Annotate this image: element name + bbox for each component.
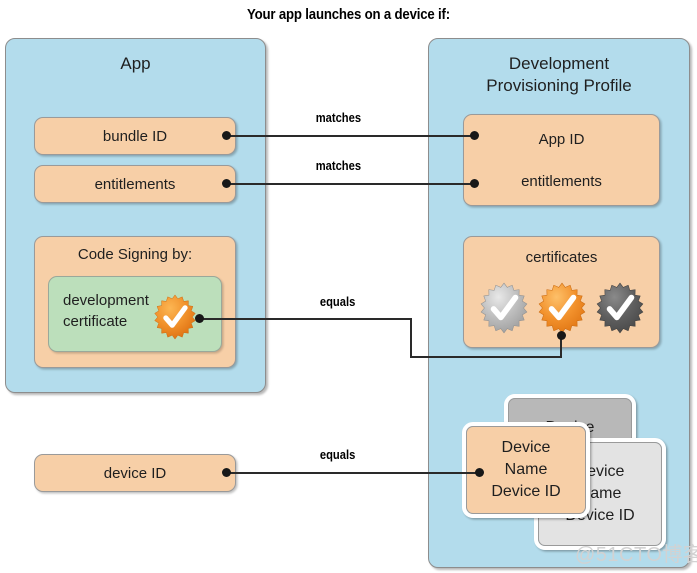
device-id-label: device ID [103, 464, 167, 482]
development-certificate-line1: development [63, 292, 149, 309]
diagram-title: Your app launches on a device if: [246, 6, 451, 23]
check-seal-orange-middle-icon [536, 282, 588, 334]
connector-certificate-vertical [410, 318, 412, 358]
check-seal-orange-icon [152, 294, 198, 340]
app-entitlements-box[interactable]: entitlements [34, 165, 236, 203]
device-card-front-line3: Device ID [491, 483, 561, 500]
connector-entitlements [227, 183, 474, 185]
app-id-label: App ID [538, 131, 585, 148]
app-panel-title: App [120, 54, 151, 73]
development-certificate-line2: certificate [63, 313, 128, 330]
certificates-label: certificates [525, 249, 598, 266]
connector-dot-app-entitlements [222, 179, 231, 188]
watermark: @51CTO博客 [575, 544, 697, 566]
bundle-id-label: bundle ID [102, 127, 168, 145]
device-id-box[interactable]: device ID [34, 454, 236, 492]
connector-dot-development-certificate [195, 314, 204, 323]
connector-dot-device-card [475, 468, 484, 477]
connector-certificate-horizontal [199, 318, 412, 320]
connector-certificate-horizontal-2 [410, 356, 562, 358]
app-entitlements-label: entitlements [94, 175, 176, 193]
connector-dot-app-id [470, 131, 479, 140]
device-card-front-line1: Device [501, 439, 551, 456]
profile-panel-title-line1: Development [508, 54, 610, 73]
connector-label-matches-2: matches [315, 158, 362, 173]
code-signing-label: Code Signing by: [77, 246, 193, 263]
app-id-entitlements-box[interactable]: App ID entitlements [463, 114, 660, 206]
diagram-canvas: Your app launches on a device if: App bu… [0, 0, 697, 573]
connector-dot-certificates [557, 331, 566, 340]
connector-dot-device-id [222, 468, 231, 477]
device-card-front-inner: Device Name Device ID [466, 426, 586, 514]
connector-label-equals-1: equals [319, 294, 356, 309]
profile-entitlements-label: entitlements [521, 173, 602, 190]
connector-dot-bundle-id [222, 131, 231, 140]
bundle-id-box[interactable]: bundle ID [34, 117, 236, 155]
check-seal-silver-icon [478, 282, 530, 334]
connector-dot-profile-entitlements [470, 179, 479, 188]
connector-label-equals-2: equals [319, 447, 356, 462]
connector-bundle-to-appid [227, 135, 474, 137]
device-card-front-line2: Name [504, 461, 548, 478]
connector-label-matches-1: matches [315, 110, 362, 125]
check-seal-dark-icon [594, 282, 646, 334]
profile-panel-title-line2: Provisioning Profile [486, 76, 632, 95]
connector-device-id [227, 472, 479, 474]
